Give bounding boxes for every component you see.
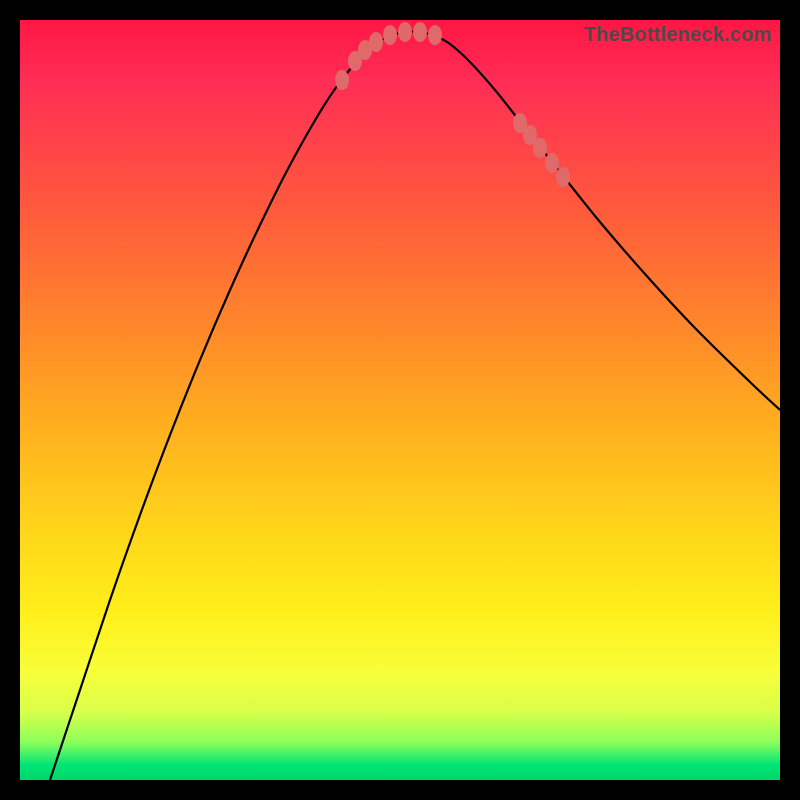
bottleneck-curve [50, 31, 780, 780]
curve-layer [20, 20, 780, 780]
curve-marker [369, 32, 383, 52]
curve-marker [383, 25, 397, 45]
curve-marker [335, 70, 349, 90]
curve-marker [556, 167, 570, 187]
chart-frame: TheBottleneck.com [20, 20, 780, 780]
curve-marker [533, 138, 547, 158]
curve-marker [398, 22, 412, 42]
curve-marker [413, 22, 427, 42]
curve-marker [428, 25, 442, 45]
curve-marker [545, 153, 559, 173]
